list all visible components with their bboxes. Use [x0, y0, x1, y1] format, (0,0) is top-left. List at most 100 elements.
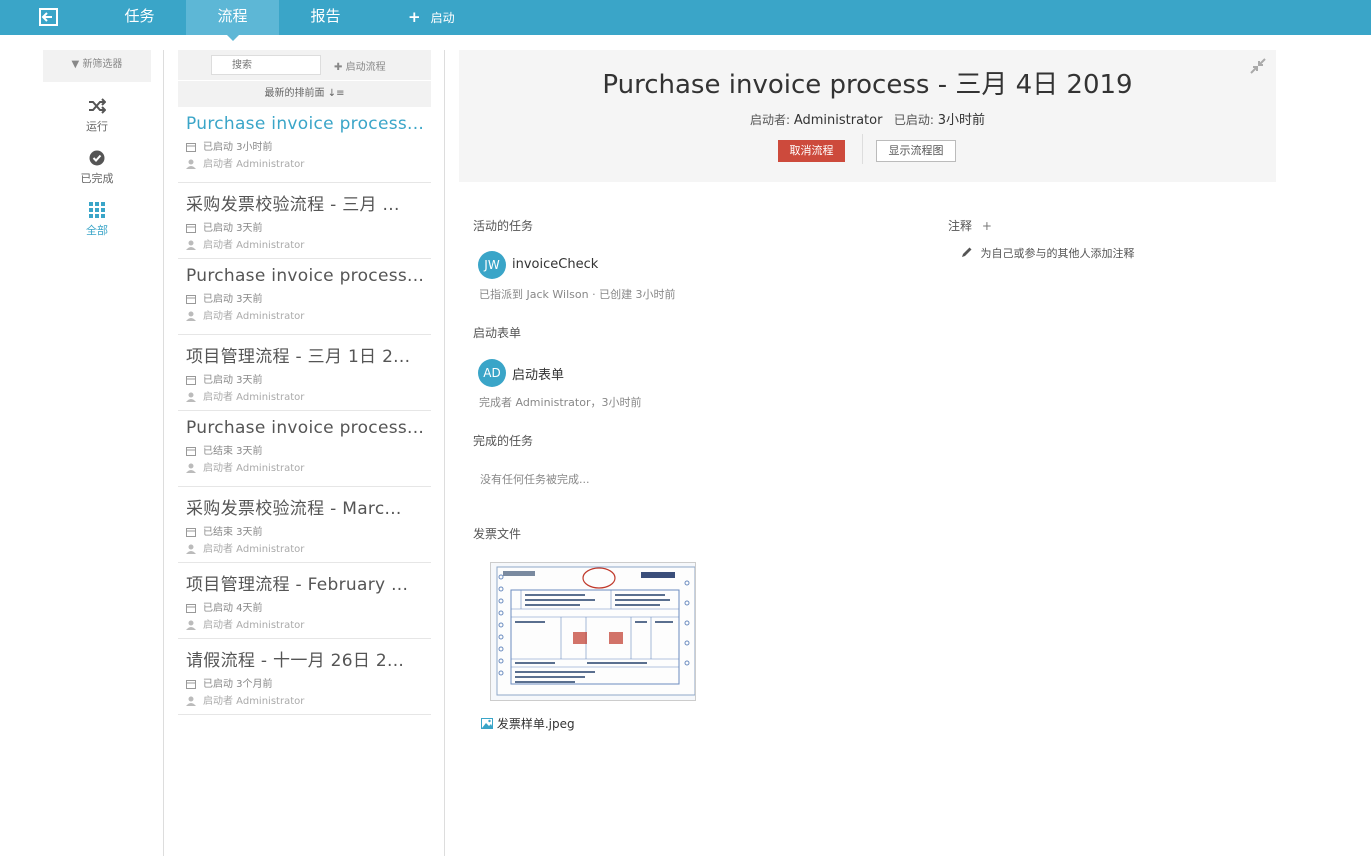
user-icon — [186, 544, 196, 554]
user-icon — [186, 240, 196, 250]
check-circle-icon — [89, 150, 105, 166]
nav-reports[interactable]: 报告 — [279, 0, 372, 35]
list-item[interactable]: 请假流程 - 十一月 26日 2... 已启动 3个月前 启动者 Adminis… — [178, 639, 431, 715]
sort-label: 最新的排前面 — [264, 88, 325, 99]
filter-completed[interactable]: 已完成 — [43, 150, 151, 186]
start-form-link[interactable]: 启动表单 — [512, 364, 564, 383]
user-icon — [186, 696, 196, 706]
user-icon — [186, 311, 196, 321]
process-detail: Purchase invoice process - 三月 4日 2019 启动… — [459, 50, 1276, 182]
search-input[interactable] — [211, 55, 321, 75]
funnel-icon: ▼ — [71, 59, 80, 70]
list-toolbar: ✚ 启动流程 — [178, 50, 431, 80]
invoice-files-title: 发票文件 — [473, 527, 522, 541]
process-starter: 启动者 Administrator — [186, 540, 431, 555]
nav-processes[interactable]: 流程 — [186, 0, 279, 41]
completed-tasks-title: 完成的任务 — [473, 434, 534, 448]
new-filter-button[interactable]: ▼ 新筛选器 — [43, 50, 151, 82]
logout-icon[interactable] — [39, 8, 59, 26]
start-process-button[interactable]: ✚ 启动流程 — [334, 58, 386, 73]
filter-all[interactable]: 全部 — [43, 202, 151, 238]
calendar-icon — [186, 680, 196, 689]
calendar-icon — [186, 604, 196, 613]
task-meta: 已指派到 Jack Wilson · 已创建 3小时前 — [479, 288, 676, 301]
process-starter: 启动者 Administrator — [186, 236, 431, 251]
file-name: 发票样单.jpeg — [496, 717, 575, 731]
process-info: 启动者: Administrator 已启动: 3小时前 — [459, 109, 1276, 128]
process-starter: 启动者 Administrator — [186, 388, 431, 403]
list-item[interactable]: 项目管理流程 - February ... 已启动 4天前 启动者 Admini… — [178, 563, 431, 639]
pencil-icon — [962, 247, 972, 257]
notes-title: 注释 — [948, 219, 973, 233]
process-status: 已启动 3小时前 — [186, 138, 431, 153]
add-note-link[interactable]: 为自己或参与的其他人添加注释 — [961, 245, 1135, 261]
show-diagram-button[interactable]: 显示流程图 — [876, 140, 956, 162]
process-status: 已启动 3天前 — [186, 219, 431, 234]
process-title: 项目管理流程 - 三月 1日 2... — [186, 347, 411, 367]
process-title: Purchase invoice process... — [186, 266, 425, 286]
process-starter: 启动者 Administrator — [186, 616, 431, 631]
nav-start-label: 启动 — [430, 11, 455, 25]
filter-completed-label: 已完成 — [80, 172, 114, 185]
user-icon — [186, 620, 196, 630]
process-status: 已启动 3个月前 — [186, 675, 431, 690]
process-status: 已结束 3天前 — [186, 523, 431, 538]
list-item[interactable]: Purchase invoice process... 已启动 3小时前 启动者… — [178, 107, 431, 183]
list-item[interactable]: Purchase invoice process... 已结束 3天前 启动者 … — [178, 411, 431, 487]
process-title: 采购发票校验流程 - Marc... — [186, 499, 402, 519]
nav-start-button[interactable]: + 启动 — [408, 0, 455, 35]
divider — [444, 50, 445, 856]
notes-section-title: 注释 + — [948, 217, 992, 234]
sort-toggle[interactable]: 最新的排前面 ↓≡ — [178, 80, 431, 107]
filter-panel: ▼ 新筛选器 运行 已完成 全部 — [43, 50, 151, 238]
process-title: 采购发票校验流程 - 三月 ... — [186, 195, 400, 215]
process-status: 已结束 3天前 — [186, 442, 431, 457]
no-completed-text: 没有任何任务被完成... — [480, 473, 590, 486]
filter-running[interactable]: 运行 — [43, 98, 151, 134]
process-starter: 启动者 Administrator — [186, 307, 431, 322]
plus-icon: + — [408, 8, 421, 26]
start-form-meta: 完成者 Administrator，3小时前 — [479, 396, 642, 409]
calendar-icon — [186, 376, 196, 385]
process-status: 已启动 3天前 — [186, 371, 431, 386]
process-status: 已启动 3天前 — [186, 290, 431, 305]
started-value: 3小时前 — [937, 113, 986, 128]
process-title: Purchase invoice process... — [186, 114, 425, 134]
start-form-title: 启动表单 — [473, 326, 522, 340]
add-note-plus-button[interactable]: + — [982, 219, 992, 233]
list-item[interactable]: 采购发票校验流程 - Marc... 已结束 3天前 启动者 Administr… — [178, 487, 431, 563]
started-label: 已启动: — [893, 113, 934, 127]
new-filter-label: 新筛选器 — [82, 59, 123, 70]
calendar-icon — [186, 528, 196, 537]
filter-running-label: 运行 — [86, 120, 108, 133]
calendar-icon — [186, 143, 196, 152]
task-name[interactable]: invoiceCheck — [512, 257, 598, 272]
user-icon — [186, 463, 196, 473]
starter-label: 启动者: — [749, 113, 790, 127]
collapse-icon[interactable] — [1250, 58, 1266, 74]
top-navbar: 任务 流程 报告 + 启动 — [0, 0, 1371, 41]
invoice-thumbnail[interactable] — [490, 562, 696, 701]
shuffle-icon — [89, 98, 106, 114]
process-title: 项目管理流程 - February ... — [186, 575, 409, 595]
list-item[interactable]: Purchase invoice process... 已启动 3天前 启动者 … — [178, 259, 431, 335]
process-starter: 启动者 Administrator — [186, 692, 431, 707]
list-item[interactable]: 项目管理流程 - 三月 1日 2... 已启动 3天前 启动者 Administ… — [178, 335, 431, 411]
calendar-icon — [186, 224, 196, 233]
calendar-icon — [186, 447, 196, 456]
invoice-file-link[interactable]: 发票样单.jpeg — [481, 715, 575, 732]
user-icon — [186, 159, 196, 169]
divider — [862, 134, 863, 164]
avatar: JW — [478, 251, 506, 279]
detail-header: Purchase invoice process - 三月 4日 2019 启动… — [459, 50, 1276, 182]
process-title: 请假流程 - 十一月 26日 2... — [186, 651, 405, 671]
nav-tasks[interactable]: 任务 — [93, 0, 186, 35]
list-item[interactable]: 采购发票校验流程 - 三月 ... 已启动 3天前 启动者 Administra… — [178, 183, 431, 259]
starter-value: Administrator — [793, 113, 883, 128]
start-process-label: 启动流程 — [345, 62, 386, 73]
avatar: AD — [478, 359, 506, 387]
cancel-process-button[interactable]: 取消流程 — [778, 140, 845, 162]
header-actions: 取消流程 显示流程图 — [459, 134, 1276, 164]
process-title: Purchase invoice process... — [186, 418, 425, 438]
calendar-icon — [186, 295, 196, 304]
